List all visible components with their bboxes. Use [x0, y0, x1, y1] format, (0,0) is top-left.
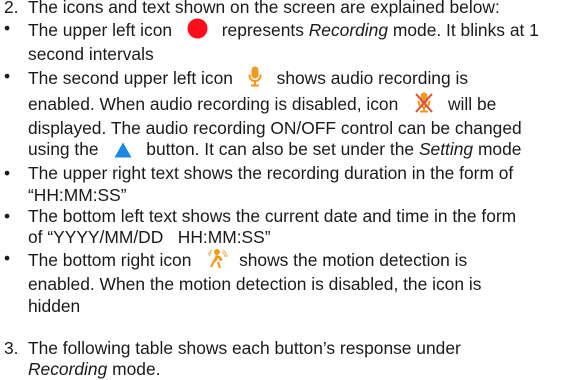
section-2-intro: The icons and text shown on the screen a…	[28, 0, 500, 17]
up-triangle-button-icon	[114, 142, 132, 163]
bullet-line: The bottom right icon shows the motion d…	[28, 248, 575, 274]
text-segment: using the	[28, 139, 99, 160]
microphone-icon	[248, 66, 262, 92]
bullet-duration: • The upper right text shows the recordi…	[0, 163, 575, 205]
text-emphasis-setting: Setting	[418, 139, 474, 160]
section-3-number: 3.	[4, 337, 19, 358]
bullet-symbol: •	[4, 163, 11, 184]
document-page: 2. The icons and text shown on the scree…	[0, 0, 575, 380]
microphone-muted-icon	[415, 92, 433, 118]
bullet-line: The upper left icon represents Recording…	[28, 18, 575, 44]
bullet-symbol: •	[4, 205, 11, 226]
section-3-line: Recording mode.	[28, 359, 575, 380]
text-emphasis-recording: Recording	[308, 20, 389, 41]
text-segment: The second upper left icon	[28, 67, 233, 88]
bullet-line: enabled. When audio recording is disable…	[28, 92, 575, 118]
bullet-line: enabled. When the motion detection is di…	[28, 274, 482, 295]
text-segment: represents	[221, 20, 304, 41]
text-segment: shows the motion detection is	[239, 250, 468, 271]
bullet-date-time: • The bottom left text shows the current…	[0, 206, 575, 248]
text-segment: enabled. When audio recording is disable…	[28, 93, 399, 114]
bullet-symbol: •	[4, 18, 11, 39]
section-2-heading: 2. The icons and text shown on the scree…	[0, 0, 575, 18]
text-segment: mode	[477, 139, 522, 160]
bullet-line: second intervals	[28, 44, 154, 65]
text-segment: mode. It blinks at 1	[392, 20, 539, 41]
text-segment: The bottom right icon	[28, 250, 192, 271]
bullet-line: The second upper left icon shows audio r…	[28, 66, 575, 92]
bullet-symbol: •	[4, 248, 11, 269]
section-3-heading: 3. The following table shows each button…	[0, 338, 575, 380]
bullet-record-icon: • The upper left icon represents Recordi…	[0, 18, 575, 65]
section-2-number: 2.	[4, 0, 19, 17]
text-segment: button. It can also be set under the	[146, 139, 415, 160]
bullet-line: “HH:MM:SS”	[28, 184, 127, 205]
text-segment: The upper left icon	[28, 20, 173, 41]
record-dot-icon	[187, 18, 208, 44]
bullet-line: hidden	[28, 295, 81, 316]
bullet-motion-detection: • The bottom right icon shows the motion…	[0, 248, 575, 317]
text-emphasis-recording: Recording	[28, 359, 108, 380]
bullet-audio-icon: • The second upper left icon shows audio…	[0, 66, 575, 164]
text-segment: will be	[447, 93, 497, 114]
bullet-symbol: •	[4, 65, 11, 86]
section-3-line: The following table shows each button’s …	[28, 337, 461, 358]
bullet-line: using the button. It can also be set und…	[28, 139, 575, 163]
bullet-line: of “YYYY/MM/DD HH:MM:SS”	[28, 227, 271, 248]
bullet-line: The upper right text shows the recording…	[28, 163, 514, 184]
bullet-line: displayed. The audio recording ON/OFF co…	[28, 118, 522, 139]
text-segment: shows audio recording is	[276, 67, 469, 88]
text-segment: mode.	[112, 359, 161, 380]
motion-detection-icon	[207, 248, 228, 274]
bullet-line: The bottom left text shows the current d…	[28, 205, 517, 226]
